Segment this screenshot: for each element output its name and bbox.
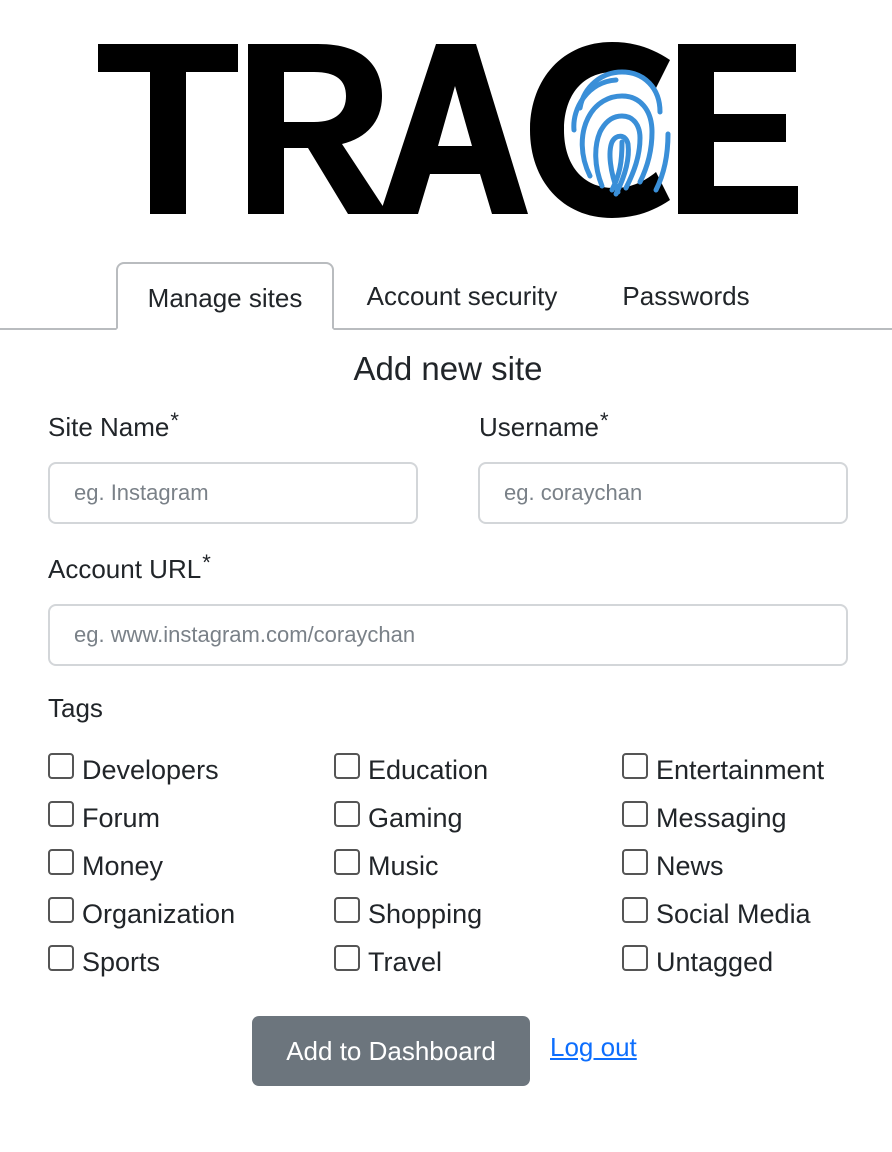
tab-bar: Manage sites Account security Passwords (0, 262, 892, 330)
tag-option[interactable]: Music (334, 849, 439, 882)
tag-option[interactable]: Education (334, 753, 489, 786)
tag-option[interactable]: Forum (48, 801, 161, 834)
tag-checkbox[interactable] (622, 897, 648, 923)
site-name-input[interactable] (48, 462, 418, 524)
tag-label: Untagged (656, 946, 774, 977)
username-label: Username* (479, 408, 609, 442)
tab-account-security[interactable]: Account security (346, 262, 578, 328)
tag-label: Entertainment (656, 754, 825, 785)
site-name-label: Site Name* (48, 408, 179, 442)
tag-label: News (656, 850, 724, 881)
tab-passwords[interactable]: Passwords (604, 262, 768, 328)
tag-option[interactable]: Social Media (622, 897, 811, 930)
tag-checkbox[interactable] (48, 945, 74, 971)
required-mark: * (599, 408, 609, 433)
tag-checkbox[interactable] (334, 849, 360, 875)
tag-option[interactable]: Sports (48, 945, 161, 978)
required-mark: * (170, 408, 179, 433)
tag-checkbox[interactable] (48, 753, 74, 779)
tag-checkbox[interactable] (334, 753, 360, 779)
tag-label: Education (368, 754, 489, 785)
tag-option[interactable]: Messaging (622, 801, 787, 834)
tag-option[interactable]: Gaming (334, 801, 463, 834)
tag-option[interactable]: Entertainment (622, 753, 825, 786)
tag-option[interactable]: Money (48, 849, 164, 882)
tags-label: Tags (48, 693, 103, 723)
tag-label: Organization (82, 898, 236, 929)
tag-checkbox[interactable] (334, 945, 360, 971)
tag-checkbox[interactable] (622, 849, 648, 875)
tag-label: Messaging (656, 802, 787, 833)
account-url-input[interactable] (48, 604, 848, 666)
tag-label: Shopping (368, 898, 483, 929)
tag-checkbox[interactable] (622, 945, 648, 971)
tag-checkbox[interactable] (48, 801, 74, 827)
tag-label: Forum (82, 802, 161, 833)
tag-option[interactable]: Developers (48, 753, 219, 786)
tag-label: Sports (82, 946, 161, 977)
tag-label: Developers (82, 754, 219, 785)
tag-option[interactable]: Travel (334, 945, 443, 978)
tag-option[interactable]: Organization (48, 897, 236, 930)
form-title: Add new site (353, 350, 543, 387)
tag-checkbox[interactable] (622, 753, 648, 779)
tag-checkbox[interactable] (48, 849, 74, 875)
tag-label: Travel (368, 946, 443, 977)
required-mark: * (202, 550, 211, 575)
tag-checkbox[interactable] (48, 897, 74, 923)
tag-label: Social Media (656, 898, 811, 929)
tag-checkbox[interactable] (334, 897, 360, 923)
add-to-dashboard-button[interactable]: Add to Dashboard (252, 1016, 530, 1086)
tag-option[interactable]: News (622, 849, 724, 882)
tag-label: Gaming (368, 802, 463, 833)
tab-manage-sites[interactable]: Manage sites (116, 262, 334, 330)
tag-option[interactable]: Shopping (334, 897, 483, 930)
account-url-label: Account URL* (48, 550, 211, 584)
tag-label: Music (368, 850, 439, 881)
username-input[interactable] (478, 462, 848, 524)
trace-logo (96, 38, 800, 222)
tag-label: Money (82, 850, 164, 881)
tag-checkbox[interactable] (334, 801, 360, 827)
tag-checkbox[interactable] (622, 801, 648, 827)
logout-link[interactable]: Log out (550, 1032, 637, 1063)
tag-option[interactable]: Untagged (622, 945, 774, 978)
